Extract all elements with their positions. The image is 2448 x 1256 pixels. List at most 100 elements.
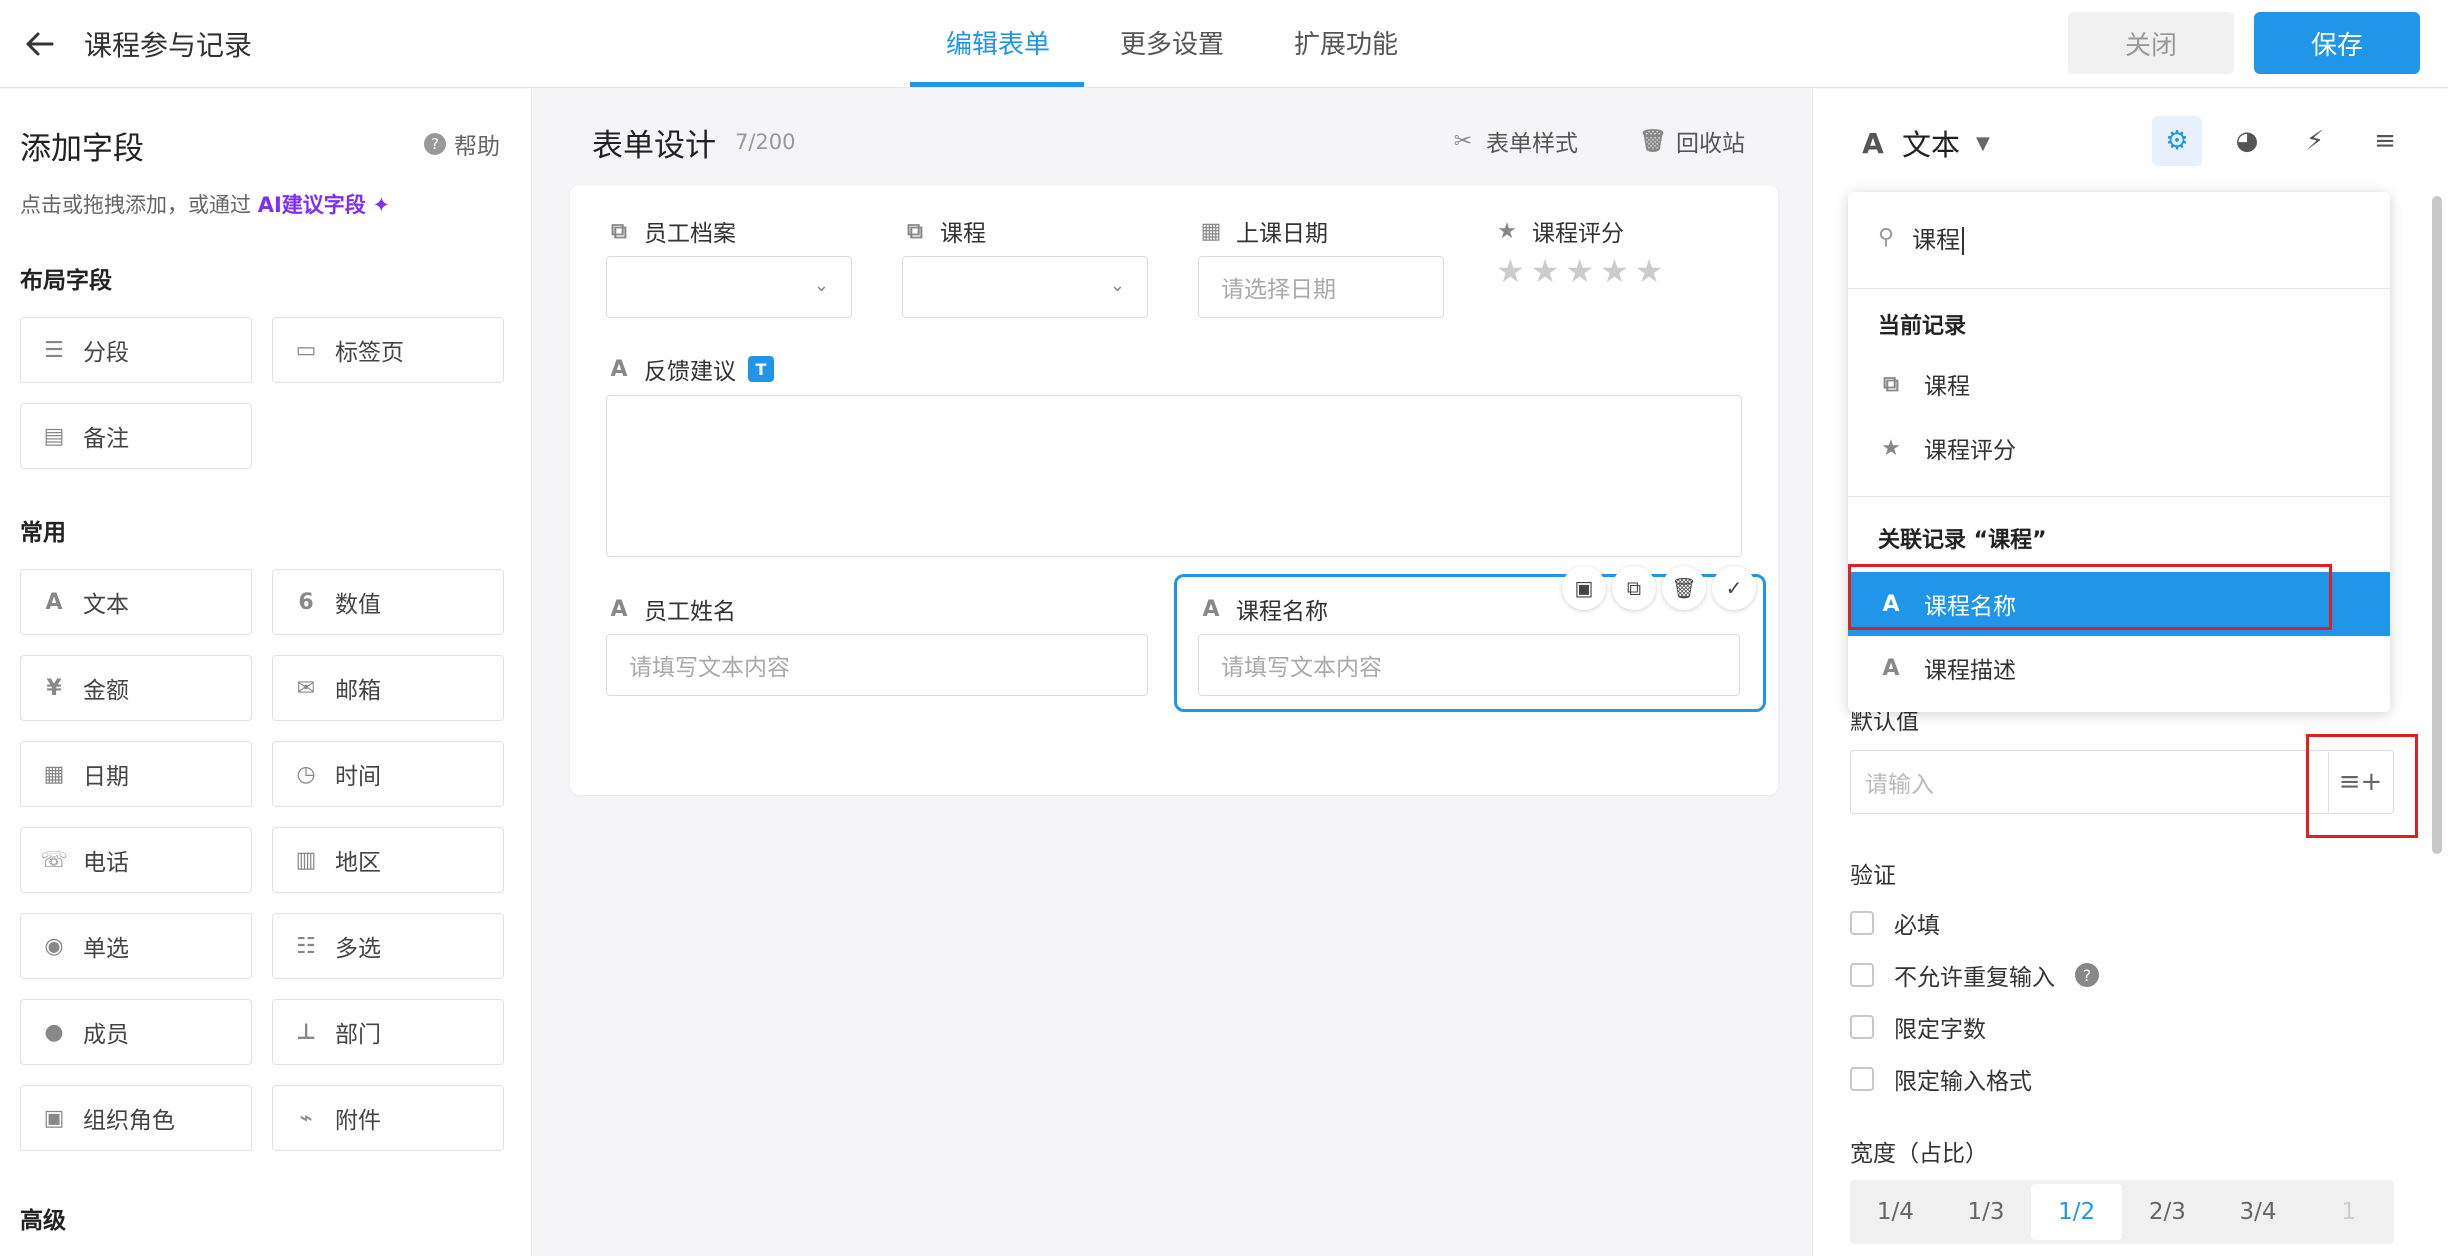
checklist-icon: ☷ <box>296 933 316 959</box>
field-number[interactable]: 6 数值 <box>272 569 504 635</box>
label-text: 课程 <box>940 221 986 247</box>
phone-icon: ☏ <box>40 847 68 873</box>
tab-more-settings[interactable]: 更多设置 <box>1120 24 1224 61</box>
palette-icon[interactable]: ◕ <box>2222 116 2272 166</box>
dropdown-item[interactable]: A 课程描述 <box>1848 636 2390 700</box>
field-tab-page[interactable]: ▭ 标签页 <box>272 317 504 383</box>
copy-icon[interactable]: ⧉ <box>1612 566 1656 610</box>
field-label-employee-name[interactable]: A 员工姓名 <box>606 592 736 626</box>
panel-scrollbar[interactable] <box>2432 196 2442 854</box>
field-amount[interactable]: ¥ 金额 <box>20 655 252 721</box>
validation-format[interactable]: 限定输入格式 <box>1850 1062 2032 1096</box>
width-option[interactable]: 3/4 <box>2213 1180 2304 1244</box>
form-style-button[interactable]: ✂ 表单样式 <box>1450 124 1578 158</box>
field-multi-select[interactable]: ☷ 多选 <box>272 913 504 979</box>
field-time[interactable]: ◷ 时间 <box>272 741 504 807</box>
help-icon: ? <box>424 133 446 155</box>
validation-no-duplicate[interactable]: 不允许重复输入 ? <box>1850 958 2099 992</box>
field-label: 备注 <box>83 426 129 452</box>
mail-icon: ✉ <box>296 675 316 701</box>
checkbox[interactable] <box>1850 911 1874 935</box>
text-format-badge-icon: T <box>748 356 774 382</box>
section-layout: 布局字段 <box>20 268 112 294</box>
width-option[interactable]: 2/3 <box>2122 1180 2213 1244</box>
field-label-class-date[interactable]: ▦ 上课日期 <box>1198 214 1328 248</box>
field-date[interactable]: ▦ 日期 <box>20 741 252 807</box>
item-label: 课程 <box>1924 374 1970 400</box>
text-format-icon[interactable]: ▣ <box>1562 566 1606 610</box>
lightning-icon[interactable]: ⚡ <box>2290 116 2340 166</box>
field-member[interactable]: ● 成员 <box>20 999 252 1065</box>
course-name-input[interactable]: 请填写文本内容 <box>1198 634 1740 696</box>
course-select[interactable]: ⌄ <box>902 256 1148 318</box>
checkbox[interactable] <box>1850 963 1874 987</box>
field-label-course-name[interactable]: A 课程名称 <box>1198 592 1328 626</box>
label-text: 反馈建议 <box>644 359 736 385</box>
field-label: 分段 <box>83 340 129 366</box>
sort-lines-icon[interactable]: ≡ <box>2360 116 2410 166</box>
caret-down-icon: ▼ <box>1976 132 1990 154</box>
checkbox[interactable] <box>1850 1067 1874 1091</box>
dropdown-item[interactable]: ★ 课程评分 <box>1848 416 2390 480</box>
text-icon: A <box>1882 655 1900 681</box>
recycle-label: 回收站 <box>1676 131 1745 157</box>
width-option[interactable]: 1/3 <box>1941 1180 2032 1244</box>
width-option-selected[interactable]: 1/2 <box>2031 1184 2123 1240</box>
label-text: 课程评分 <box>1532 221 1624 247</box>
rating-stars[interactable]: ★★★★★ <box>1496 252 1669 290</box>
validation-char-limit[interactable]: 限定字数 <box>1850 1010 1986 1044</box>
field-label-feedback[interactable]: A 反馈建议 T <box>606 352 774 386</box>
width-option[interactable]: 1/4 <box>1850 1180 1941 1244</box>
employee-record-select[interactable]: ⌄ <box>606 256 852 318</box>
field-region[interactable]: ▥ 地区 <box>272 827 504 893</box>
text-icon: A <box>610 596 628 622</box>
dropdown-search[interactable]: ⚲ 课程 <box>1878 220 1965 255</box>
checkbox[interactable] <box>1850 1015 1874 1039</box>
field-label: 电话 <box>83 850 129 876</box>
field-label-course[interactable]: ⧉ 课程 <box>902 214 986 248</box>
field-text[interactable]: A 文本 <box>20 569 252 635</box>
field-reference-dropdown: ⚲ 课程 当前记录 ⧉ 课程 ★ 课程评分 关联记录 “课程” A 课程名称 A… <box>1848 192 2390 712</box>
item-label: 课程描述 <box>1924 658 2016 684</box>
divider <box>1848 496 2390 497</box>
dropdown-item[interactable]: ⧉ 课程 <box>1848 352 2390 416</box>
text-icon: A <box>1202 596 1220 622</box>
field-department[interactable]: ⊥ 部门 <box>272 999 504 1065</box>
validation-required[interactable]: 必填 <box>1850 906 1940 940</box>
question-icon[interactable]: ? <box>2075 963 2099 987</box>
gear-icon[interactable]: ⚙ <box>2152 116 2202 166</box>
text-icon: A <box>45 589 63 615</box>
tab-edit-form[interactable]: 编辑表单 <box>946 24 1050 61</box>
star-icon: ★ <box>1881 435 1901 461</box>
field-phone[interactable]: ☏ 电话 <box>20 827 252 893</box>
feedback-textarea[interactable] <box>606 395 1742 557</box>
field-label-course-rating[interactable]: ★ 课程评分 <box>1494 214 1624 248</box>
radio-icon: ◉ <box>44 933 64 959</box>
field-note[interactable]: ▤ 备注 <box>20 403 252 469</box>
field-type-selector[interactable]: A 文本 ▼ <box>1860 122 1990 164</box>
field-single-select[interactable]: ◉ 单选 <box>20 913 252 979</box>
field-email[interactable]: ✉ 邮箱 <box>272 655 504 721</box>
search-input[interactable]: 课程 <box>1912 226 1960 254</box>
class-date-input[interactable]: 请选择日期 <box>1198 256 1444 318</box>
field-label-employee-record[interactable]: ⧉ 员工档案 <box>606 214 736 248</box>
field-label: 地区 <box>335 850 381 876</box>
field-section[interactable]: ☰ 分段 <box>20 317 252 383</box>
help-link[interactable]: ? 帮助 <box>424 127 500 161</box>
tab-extensions[interactable]: 扩展功能 <box>1294 24 1398 61</box>
validation-label: 验证 <box>1850 863 1896 889</box>
delete-icon[interactable]: 🗑 <box>1662 566 1706 610</box>
back-arrow-icon[interactable] <box>22 26 58 62</box>
field-label: 成员 <box>83 1022 129 1048</box>
recycle-bin-button[interactable]: 🗑 回收站 <box>1639 124 1745 158</box>
ai-suggest-link[interactable]: AI建议字段 <box>258 193 366 217</box>
close-button[interactable]: 关闭 <box>2068 12 2234 74</box>
label-text: 员工档案 <box>644 221 736 247</box>
field-org-role[interactable]: ▣ 组织角色 <box>20 1085 252 1151</box>
check-icon[interactable]: ✓ <box>1712 566 1756 610</box>
employee-name-input[interactable]: 请填写文本内容 <box>606 634 1148 696</box>
save-button[interactable]: 保存 <box>2254 12 2420 74</box>
field-attachment[interactable]: ⌁ 附件 <box>272 1085 504 1151</box>
page-title: 课程参与记录 <box>84 29 253 62</box>
field-label: 部门 <box>335 1022 381 1048</box>
